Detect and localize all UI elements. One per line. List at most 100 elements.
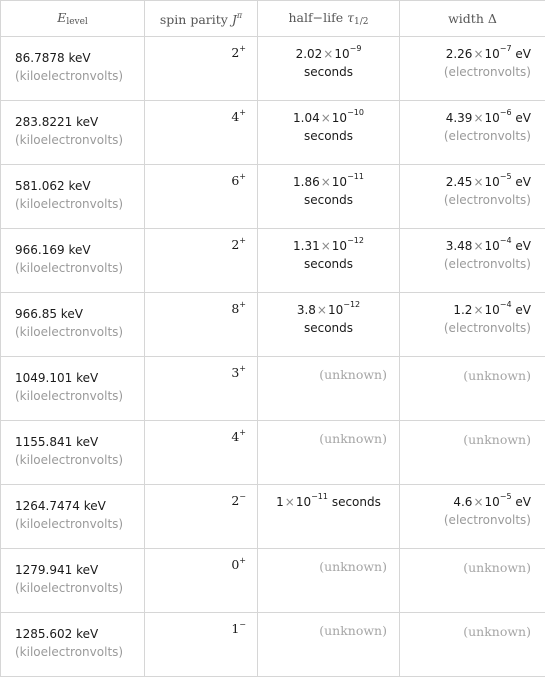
energy-levels-table: Elevel spin parity Jπ half−life τ1/2 wid… [0,0,545,677]
half-life-mantissa: 1.04 [293,111,320,125]
base: 10 [332,111,347,125]
energy-unit: (kiloelectronvolts) [15,323,144,341]
width-unit: eV [515,111,531,125]
energy-value: 1285.602 keV [15,625,144,643]
header-spin-parity: spin parity Jπ [145,1,258,37]
energy-value: 1279.941 keV [15,561,144,579]
half-life-cell: 1.31×10−12seconds [258,229,400,293]
energy-unit: (kiloelectronvolts) [15,259,144,277]
parity-sign: − [239,620,246,629]
header-half-life: half−life τ1/2 [258,1,400,37]
half-life-exponent: −9 [350,44,362,53]
energy-cell: 966.169 keV(kiloelectronvolts) [1,229,145,293]
energy-value: 283.8221 keV [15,113,144,131]
energy-unit: (kiloelectronvolts) [15,67,144,85]
width-unit-long: (electronvolts) [404,319,531,337]
base: 10 [485,111,500,125]
width-unit: eV [515,495,531,509]
half-life-unit: seconds [332,495,381,509]
spin-parity-cell: 2− [145,485,258,549]
times-sign: × [321,111,331,125]
times-sign: × [473,111,483,125]
header-width: width Δ [400,1,545,37]
times-sign: × [321,175,331,189]
width-cell: 4.6×10−5 eV(electronvolts) [400,485,545,549]
half-life-mantissa: 1 [276,495,284,509]
table-body: 86.7878 keV(kiloelectronvolts)2+2.02×10−… [1,37,545,677]
width-unit-long: (electronvolts) [404,191,531,209]
width-unit: eV [515,303,531,317]
header-spin-label: spin parity [160,12,232,27]
half-life-exponent: −10 [347,108,364,117]
width-exponent: −5 [500,492,512,501]
energy-unit: (kiloelectronvolts) [15,387,144,405]
table-row: 1155.841 keV(kiloelectronvolts)4+(unknow… [1,421,545,485]
width-cell: 2.26×10−7 eV(electronvolts) [400,37,545,101]
table-row: 283.8221 keV(kiloelectronvolts)4+1.04×10… [1,101,545,165]
energy-value: 966.169 keV [15,241,144,259]
spin-parity-cell: 4+ [145,421,258,485]
width-unknown: (unknown) [400,357,545,421]
times-sign: × [323,47,333,61]
table-row: 1264.7474 keV(kiloelectronvolts)2−1×10−1… [1,485,545,549]
width-mantissa: 1.2 [453,303,472,317]
width-mantissa: 2.45 [446,175,473,189]
width-exponent: −4 [500,300,512,309]
table-row: 966.85 keV(kiloelectronvolts)8+3.8×10−12… [1,293,545,357]
times-sign: × [473,303,483,317]
parity-sign: + [239,172,246,181]
table-row: 1279.941 keV(kiloelectronvolts)0+(unknow… [1,549,545,613]
base: 10 [332,239,347,253]
spin-parity-cell: 3+ [145,357,258,421]
energy-value: 86.7878 keV [15,49,144,67]
half-life-cell: 1.86×10−11seconds [258,165,400,229]
spin-parity-cell: 2+ [145,37,258,101]
parity-sign: − [239,492,246,501]
header-halflife-label: half−life [289,10,348,25]
width-exponent: −6 [500,108,512,117]
base: 10 [485,239,500,253]
width-mantissa: 4.39 [446,111,473,125]
width-unit-long: (electronvolts) [404,63,531,81]
times-sign: × [473,495,483,509]
half-life-mantissa: 2.02 [296,47,323,61]
base: 10 [485,175,500,189]
times-sign: × [321,239,331,253]
energy-cell: 1279.941 keV(kiloelectronvolts) [1,549,145,613]
width-exponent: −7 [500,44,512,53]
parity-sign: + [239,364,246,373]
width-cell: 2.45×10−5 eV(electronvolts) [400,165,545,229]
parity-sign: + [239,556,246,565]
width-cell: 3.48×10−4 eV(electronvolts) [400,229,545,293]
half-life-exponent: −12 [343,300,360,309]
half-life-unknown: (unknown) [258,421,400,485]
width-unknown: (unknown) [400,549,545,613]
header-spin-superscript: π [237,11,242,20]
table-row: 1285.602 keV(kiloelectronvolts)1−(unknow… [1,613,545,677]
width-unit-long: (electronvolts) [404,255,531,273]
energy-cell: 1285.602 keV(kiloelectronvolts) [1,613,145,677]
energy-value: 1155.841 keV [15,433,144,451]
half-life-unit: seconds [304,129,353,143]
energy-cell: 283.8221 keV(kiloelectronvolts) [1,101,145,165]
table-row: 1049.101 keV(kiloelectronvolts)3+(unknow… [1,357,545,421]
energy-cell: 86.7878 keV(kiloelectronvolts) [1,37,145,101]
spin-parity-cell: 0+ [145,549,258,613]
table-row: 86.7878 keV(kiloelectronvolts)2+2.02×10−… [1,37,545,101]
times-sign: × [473,239,483,253]
half-life-unknown: (unknown) [258,357,400,421]
base: 10 [485,47,500,61]
times-sign: × [317,303,327,317]
header-energy-subscript: level [66,17,88,27]
energy-cell: 966.85 keV(kiloelectronvolts) [1,293,145,357]
energy-value: 966.85 keV [15,305,144,323]
header-row: Elevel spin parity Jπ half−life τ1/2 wid… [1,1,545,37]
energy-unit: (kiloelectronvolts) [15,131,144,149]
half-life-unit: seconds [304,321,353,335]
width-unknown: (unknown) [400,421,545,485]
energy-unit: (kiloelectronvolts) [15,515,144,533]
spin-parity-cell: 4+ [145,101,258,165]
half-life-unknown: (unknown) [258,549,400,613]
width-unit: eV [515,47,531,61]
base: 10 [328,303,343,317]
